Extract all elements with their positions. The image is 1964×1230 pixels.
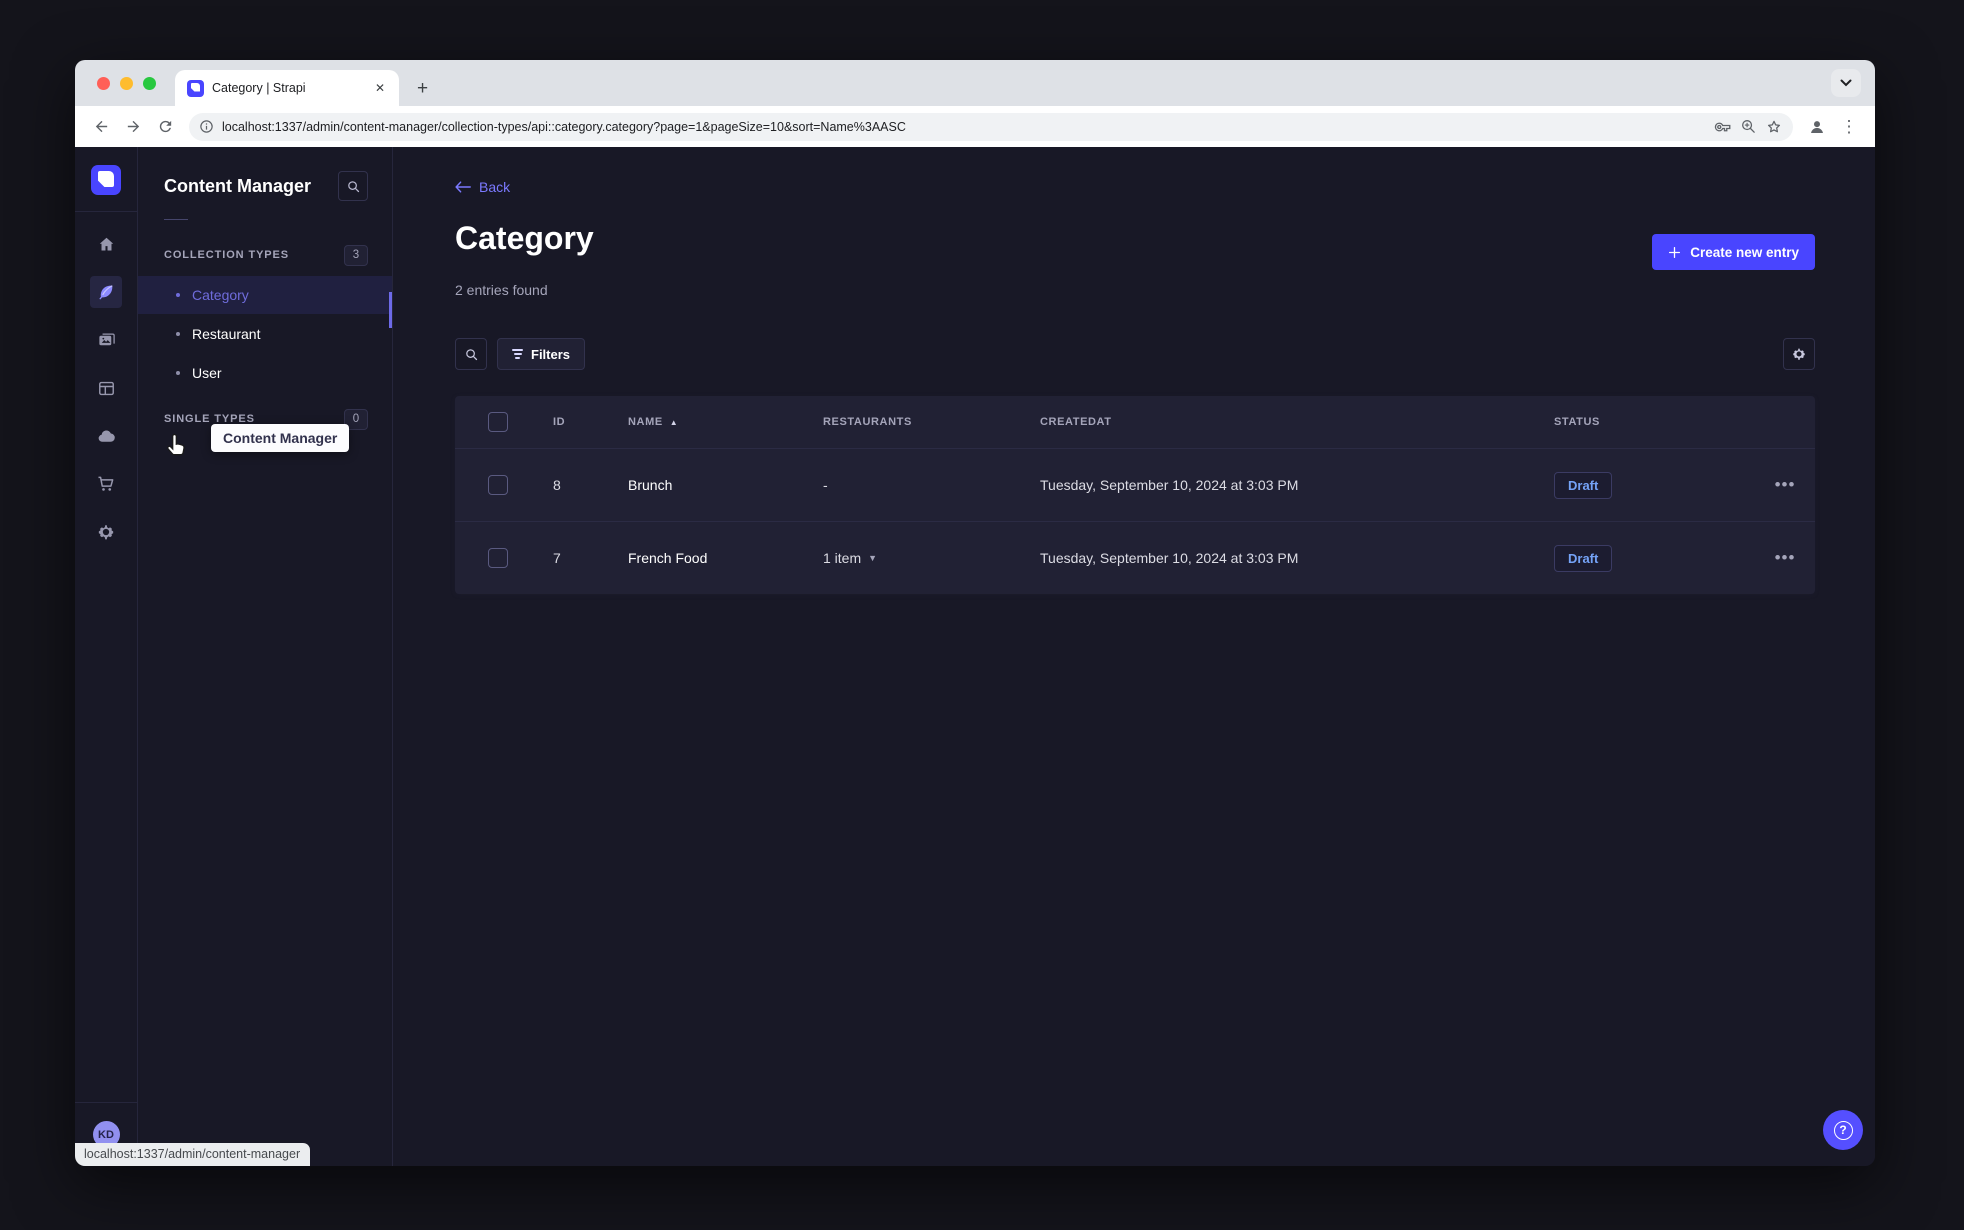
minimize-window-button[interactable]: [120, 77, 133, 90]
page-info-icon[interactable]: [199, 119, 214, 134]
home-icon[interactable]: [90, 228, 122, 260]
cell-createdat: Tuesday, September 10, 2024 at 3:03 PM: [1040, 550, 1299, 566]
strapi-admin: KD Content Manager COLLECTION TYPES 3 Ca…: [75, 147, 1875, 1166]
collection-types-count-badge: 3: [344, 244, 368, 266]
primary-nav: KD: [75, 147, 138, 1166]
column-header-name[interactable]: NAME ▲: [628, 416, 823, 428]
row-checkbox[interactable]: [488, 548, 508, 568]
window-controls: [97, 77, 156, 90]
sidebar-item-label: User: [192, 365, 222, 381]
content-type-builder-icon[interactable]: [90, 372, 122, 404]
cell-createdat: Tuesday, September 10, 2024 at 3:03 PM: [1040, 477, 1299, 493]
entries-count: 2 entries found: [455, 282, 548, 298]
link-status-bubble: localhost:1337/admin/content-manager: [75, 1143, 311, 1166]
reload-icon[interactable]: [151, 113, 179, 141]
browser-tab[interactable]: Category | Strapi ✕: [175, 70, 399, 106]
zoom-page-icon[interactable]: [1740, 118, 1757, 135]
sidebar-title: Content Manager: [164, 175, 312, 196]
collection-types-section: COLLECTION TYPES 3 Category Restaurant U…: [138, 242, 392, 392]
tab-title: Category | Strapi: [212, 81, 306, 95]
back-nav-icon[interactable]: [87, 113, 115, 141]
bullet-icon: [176, 293, 180, 297]
column-header-status[interactable]: STATUS: [1554, 416, 1755, 428]
bookmark-star-icon[interactable]: [1765, 118, 1783, 136]
cell-id: 7: [553, 550, 561, 566]
sidebar-item-restaurant[interactable]: Restaurant: [138, 315, 392, 353]
sidebar-search-button[interactable]: [338, 171, 368, 201]
search-icon: [465, 348, 477, 360]
close-window-button[interactable]: [97, 77, 110, 90]
column-header-createdat[interactable]: CREATEDAT: [1040, 416, 1554, 428]
url-bar[interactable]: localhost:1337/admin/content-manager/col…: [189, 112, 1793, 141]
cell-name: Brunch: [628, 477, 673, 493]
strapi-logo[interactable]: [91, 165, 121, 195]
main-content: Back Category Create new entry 2 entries…: [393, 147, 1875, 1166]
sidebar-item-label: Restaurant: [192, 326, 261, 342]
cell-restaurants: -: [823, 477, 828, 493]
active-item-indicator: [389, 292, 392, 328]
media-library-icon[interactable]: [90, 324, 122, 356]
back-link[interactable]: Back: [455, 179, 510, 195]
cell-restaurants-menu[interactable]: 1 item ▼: [823, 550, 1040, 566]
cell-name: French Food: [628, 550, 708, 566]
sidebar-item-category[interactable]: Category: [138, 276, 392, 314]
back-label: Back: [479, 179, 511, 195]
browser-menu-kebab-icon[interactable]: ⋮: [1835, 113, 1863, 141]
sidebar-item-user[interactable]: User: [138, 354, 392, 392]
tab-search-chevron-icon[interactable]: [1831, 69, 1861, 97]
row-checkbox[interactable]: [488, 475, 508, 495]
table-row[interactable]: 8 Brunch - Tuesday, September 10, 2024 a…: [455, 448, 1815, 521]
table-header-row: ID NAME ▲ RESTAURANTS CREATEDAT STATUS: [455, 396, 1815, 448]
cell-id: 8: [553, 477, 561, 493]
cloud-icon[interactable]: [90, 420, 122, 452]
table-row[interactable]: 7 French Food 1 item ▼ Tuesday, Septembe…: [455, 521, 1815, 594]
row-actions-menu-icon[interactable]: •••: [1755, 548, 1815, 568]
sort-ascending-icon[interactable]: ▲: [670, 418, 679, 427]
bullet-icon: [176, 332, 180, 336]
browser-tab-strip: Category | Strapi ✕ +: [75, 60, 1875, 106]
new-tab-button[interactable]: +: [409, 78, 436, 100]
password-key-icon[interactable]: [1714, 118, 1732, 136]
gear-icon: [1793, 348, 1805, 360]
marketplace-cart-icon[interactable]: [90, 468, 122, 500]
tab-close-icon[interactable]: ✕: [371, 79, 389, 97]
status-badge: Draft: [1554, 544, 1613, 572]
filters-button[interactable]: Filters: [497, 338, 586, 370]
sidebar-divider: [164, 219, 188, 220]
column-header-id[interactable]: ID: [553, 416, 628, 428]
create-new-entry-button[interactable]: Create new entry: [1652, 234, 1815, 270]
chevron-down-icon: ▼: [868, 553, 878, 563]
forward-nav-icon[interactable]: [119, 113, 147, 141]
profile-avatar-icon[interactable]: [1803, 113, 1831, 141]
search-entries-button[interactable]: [455, 338, 487, 370]
select-all-checkbox[interactable]: [488, 412, 508, 432]
table-settings-button[interactable]: [1783, 338, 1815, 370]
fullscreen-window-button[interactable]: [143, 77, 156, 90]
row-actions-menu-icon[interactable]: •••: [1755, 475, 1815, 495]
bullet-icon: [176, 371, 180, 375]
help-button[interactable]: ?: [1823, 1110, 1863, 1150]
content-manager-icon[interactable]: [90, 276, 122, 308]
nav-divider: [75, 1102, 138, 1103]
question-mark-icon: ?: [1833, 1120, 1853, 1140]
browser-toolbar: localhost:1337/admin/content-manager/col…: [75, 106, 1875, 147]
url-text[interactable]: localhost:1337/admin/content-manager/col…: [222, 120, 1706, 134]
filter-icon: [512, 349, 523, 359]
filters-label: Filters: [531, 346, 571, 362]
create-new-entry-label: Create new entry: [1690, 244, 1799, 260]
entries-table: ID NAME ▲ RESTAURANTS CREATEDAT STATUS 8…: [455, 396, 1815, 594]
status-badge: Draft: [1554, 471, 1613, 499]
back-arrow-icon: [455, 181, 471, 193]
strapi-favicon: [187, 79, 204, 97]
page-title: Category: [455, 220, 594, 256]
content-manager-sidebar: Content Manager COLLECTION TYPES 3 Categ…: [138, 147, 393, 1166]
plus-icon: [1669, 246, 1681, 258]
browser-window: Category | Strapi ✕ + localhost:1337/adm…: [75, 60, 1875, 1166]
collection-types-label: COLLECTION TYPES: [164, 249, 290, 261]
content-manager-tooltip: Content Manager: [211, 424, 350, 452]
column-header-restaurants[interactable]: RESTAURANTS: [823, 416, 1040, 428]
settings-gear-icon[interactable]: [90, 516, 122, 548]
sidebar-item-label: Category: [192, 287, 249, 303]
